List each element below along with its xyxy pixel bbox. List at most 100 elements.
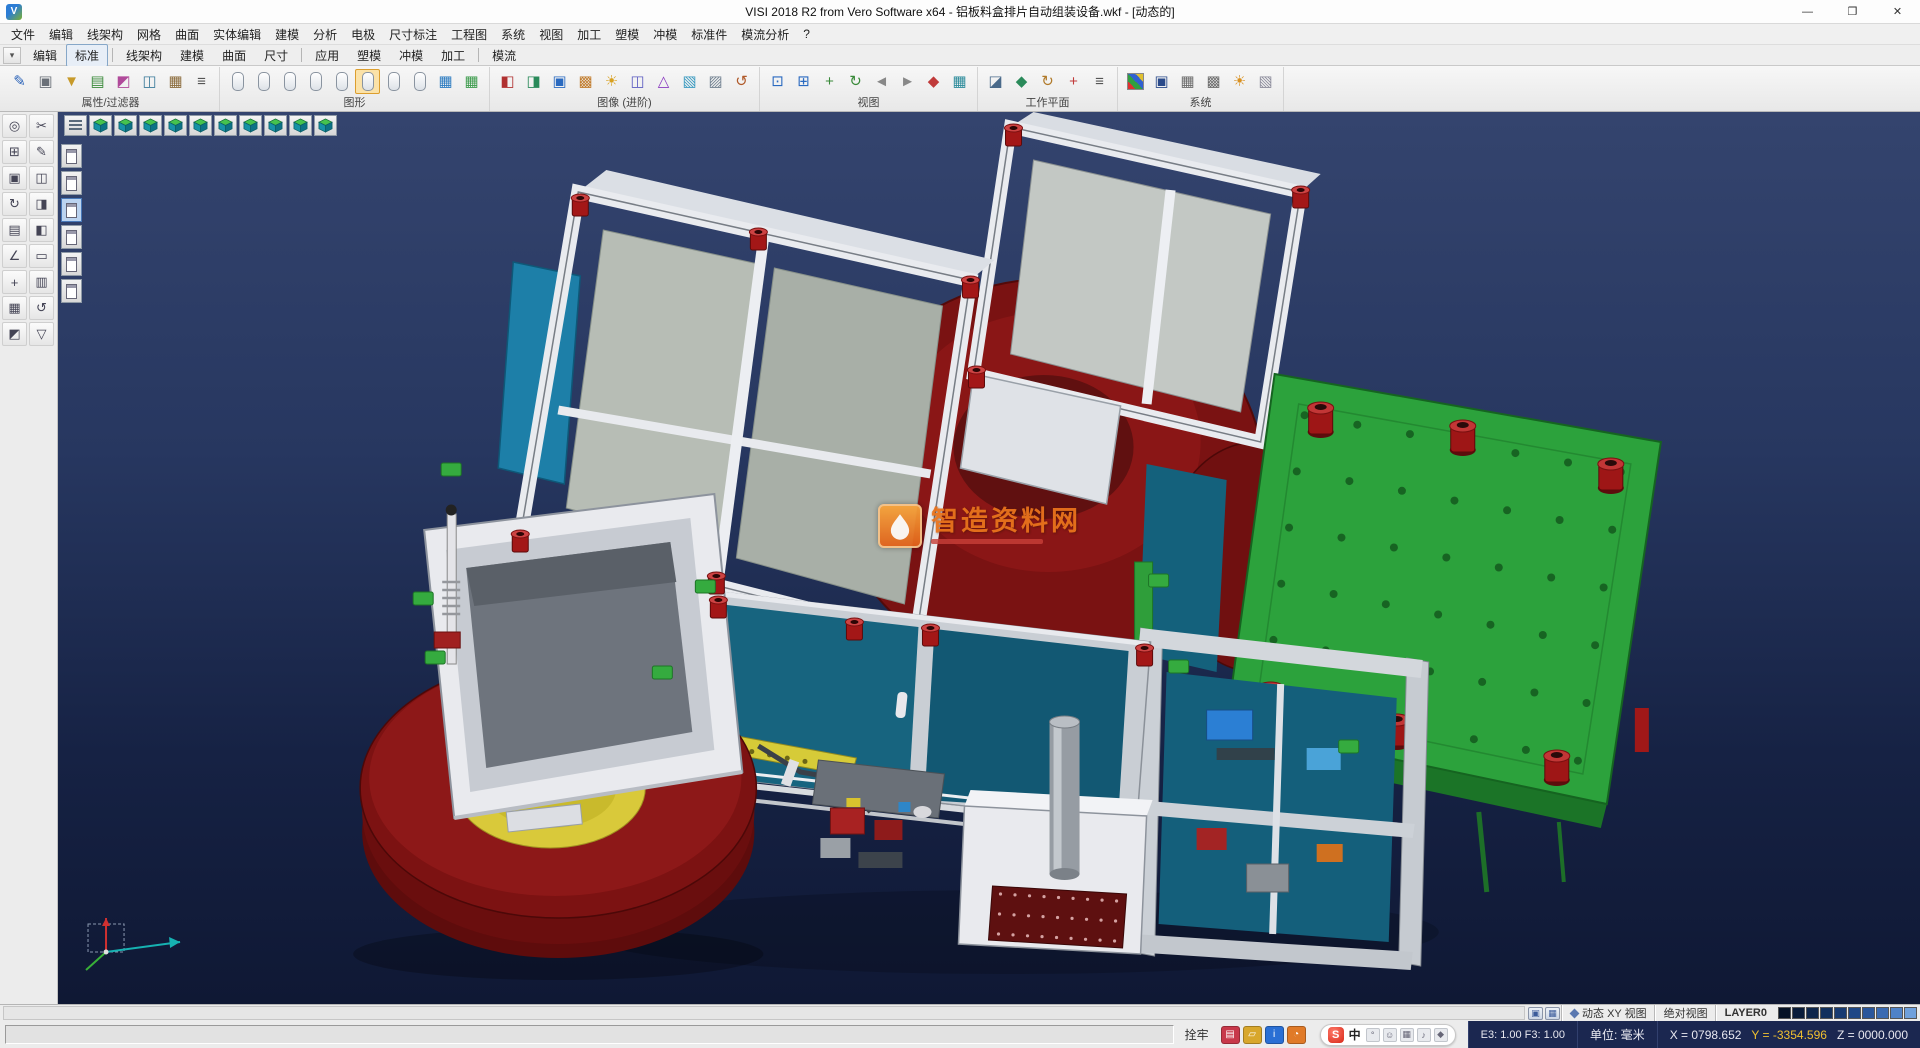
- toolbar-dropdown-button[interactable]: ▾: [3, 47, 21, 64]
- layer-swatch-9[interactable]: [1904, 1007, 1917, 1019]
- doc-tool-button-6[interactable]: [61, 279, 82, 303]
- ime-keyboard-icon[interactable]: ▦: [1400, 1028, 1414, 1042]
- layer-swatch-5[interactable]: [1848, 1007, 1861, 1019]
- view-cube-button-3[interactable]: [139, 115, 162, 136]
- filter-type-icon[interactable]: ◫: [137, 69, 162, 94]
- redraw-icon[interactable]: ◆: [921, 69, 946, 94]
- display-mode-7-icon[interactable]: [407, 69, 432, 94]
- menu-item-分析[interactable]: 分析: [306, 24, 344, 45]
- display-mode-5-icon[interactable]: [329, 69, 354, 94]
- display-mode-2-icon[interactable]: [251, 69, 276, 94]
- layer-swatch-0[interactable]: [1778, 1007, 1791, 1019]
- menu-item-?[interactable]: ?: [796, 25, 817, 43]
- ime-mic-icon[interactable]: ♪: [1417, 1028, 1431, 1042]
- view-cube-button-7[interactable]: [239, 115, 262, 136]
- tab-标准[interactable]: 标准: [66, 44, 108, 67]
- view-cube-button-10[interactable]: [314, 115, 337, 136]
- workplane-align-icon[interactable]: ◆: [1009, 69, 1034, 94]
- properties-icon[interactable]: ≡: [189, 69, 214, 94]
- display-mode-3-icon[interactable]: [277, 69, 302, 94]
- view-manager-icon[interactable]: ▦: [947, 69, 972, 94]
- view-cube-button-8[interactable]: [264, 115, 287, 136]
- ime-emoji-icon[interactable]: ☺: [1383, 1028, 1397, 1042]
- system-grid-icon[interactable]: ▩: [1201, 69, 1226, 94]
- absolute-view-button[interactable]: 绝对视图: [1655, 1005, 1716, 1021]
- render-light-icon[interactable]: ☀: [599, 69, 624, 94]
- filter-funnel-icon[interactable]: ▼: [59, 69, 84, 94]
- previous-view-icon[interactable]: ◄: [869, 69, 894, 94]
- close-button[interactable]: ✕: [1875, 0, 1920, 23]
- shaded-color-icon[interactable]: ▦: [459, 69, 484, 94]
- system-settings-icon[interactable]: ▧: [1253, 69, 1278, 94]
- render-edges-icon[interactable]: ▨: [703, 69, 728, 94]
- view-cube-button-6[interactable]: [214, 115, 237, 136]
- view-cube-button-9[interactable]: [289, 115, 312, 136]
- move-icon[interactable]: +: [2, 270, 27, 294]
- system-display-icon[interactable]: ▣: [1149, 69, 1174, 94]
- menu-item-网格[interactable]: 网格: [130, 24, 168, 45]
- render-texture-icon[interactable]: ▩: [573, 69, 598, 94]
- render-transparency-icon[interactable]: ▧: [677, 69, 702, 94]
- system-light-icon[interactable]: ☀: [1227, 69, 1252, 94]
- angle-icon[interactable]: ∠: [2, 244, 27, 268]
- menu-item-文件[interactable]: 文件: [4, 24, 42, 45]
- layer-swatch-1[interactable]: [1792, 1007, 1805, 1019]
- info-status-icon[interactable]: i: [1265, 1026, 1284, 1044]
- doc-tool-button-2[interactable]: [61, 171, 82, 195]
- tab-模流[interactable]: 模流: [483, 44, 525, 67]
- tab-塑模[interactable]: 塑模: [348, 44, 390, 67]
- render-material-icon[interactable]: ▣: [547, 69, 572, 94]
- ime-language-toggle[interactable]: 中: [1349, 1026, 1361, 1043]
- rotate-icon[interactable]: ↻: [2, 192, 27, 216]
- command-input[interactable]: [5, 1025, 1174, 1044]
- system-palette-icon[interactable]: [1123, 69, 1148, 94]
- measure-icon[interactable]: ◫: [29, 166, 54, 190]
- render-section-icon[interactable]: △: [651, 69, 676, 94]
- sketch-icon[interactable]: ✎: [29, 140, 54, 164]
- menu-item-实体编辑[interactable]: 实体编辑: [206, 24, 268, 45]
- layers-icon[interactable]: ▤: [2, 218, 27, 242]
- clock-status-icon[interactable]: ◔: [1287, 1026, 1306, 1044]
- menu-item-标准件[interactable]: 标准件: [684, 24, 734, 45]
- filter-layer-icon[interactable]: ▤: [85, 69, 110, 94]
- filter-color-icon[interactable]: ◩: [111, 69, 136, 94]
- workplane-create-icon[interactable]: ◪: [983, 69, 1008, 94]
- view-cube-button-5[interactable]: [189, 115, 212, 136]
- layer-swatch-4[interactable]: [1834, 1007, 1847, 1019]
- pan-icon[interactable]: +: [817, 69, 842, 94]
- selection-mask-icon[interactable]: ▦: [163, 69, 188, 94]
- tab-应用[interactable]: 应用: [306, 44, 348, 67]
- system-snap-icon[interactable]: ▦: [1175, 69, 1200, 94]
- display-mode-4-icon[interactable]: [303, 69, 328, 94]
- doc-tool-button-5[interactable]: [61, 252, 82, 276]
- display-mode-6-icon[interactable]: [381, 69, 406, 94]
- tab-加工[interactable]: 加工: [432, 44, 474, 67]
- doc-tool-button-1[interactable]: [61, 144, 82, 168]
- selection-icon[interactable]: ◎: [2, 114, 27, 138]
- save-status-icon[interactable]: ▤: [1221, 1026, 1240, 1044]
- trim-icon[interactable]: ◨: [29, 192, 54, 216]
- array-icon[interactable]: ▦: [2, 296, 27, 320]
- menu-item-视图[interactable]: 视图: [532, 24, 570, 45]
- menu-item-编辑[interactable]: 编辑: [42, 24, 80, 45]
- render-shadow-icon[interactable]: ◨: [521, 69, 546, 94]
- pin-toggle[interactable]: 拴牢: [1179, 1026, 1215, 1043]
- view-lock-mini-icon[interactable]: ▣: [1528, 1007, 1543, 1020]
- menu-item-线架构[interactable]: 线架构: [80, 24, 130, 45]
- tab-编辑[interactable]: 编辑: [24, 44, 66, 67]
- wireframe-color-icon[interactable]: ▦: [433, 69, 458, 94]
- mirror-icon[interactable]: ◧: [29, 218, 54, 242]
- attribute-edit-icon[interactable]: ✎: [7, 69, 32, 94]
- grid-snap-icon[interactable]: ⊞: [2, 140, 27, 164]
- layer-swatch-2[interactable]: [1806, 1007, 1819, 1019]
- maximize-button[interactable]: ❐: [1830, 0, 1875, 23]
- view-list-button[interactable]: [64, 115, 87, 136]
- view-cube-button-2[interactable]: [114, 115, 137, 136]
- tab-冲模[interactable]: 冲模: [390, 44, 432, 67]
- folder-status-icon[interactable]: ▱: [1243, 1026, 1262, 1044]
- ime-mode-icon[interactable]: °: [1366, 1028, 1380, 1042]
- tab-尺寸[interactable]: 尺寸: [255, 44, 297, 67]
- view-cube-button-1[interactable]: [89, 115, 112, 136]
- erase-icon[interactable]: ▭: [29, 244, 54, 268]
- menu-item-曲面[interactable]: 曲面: [168, 24, 206, 45]
